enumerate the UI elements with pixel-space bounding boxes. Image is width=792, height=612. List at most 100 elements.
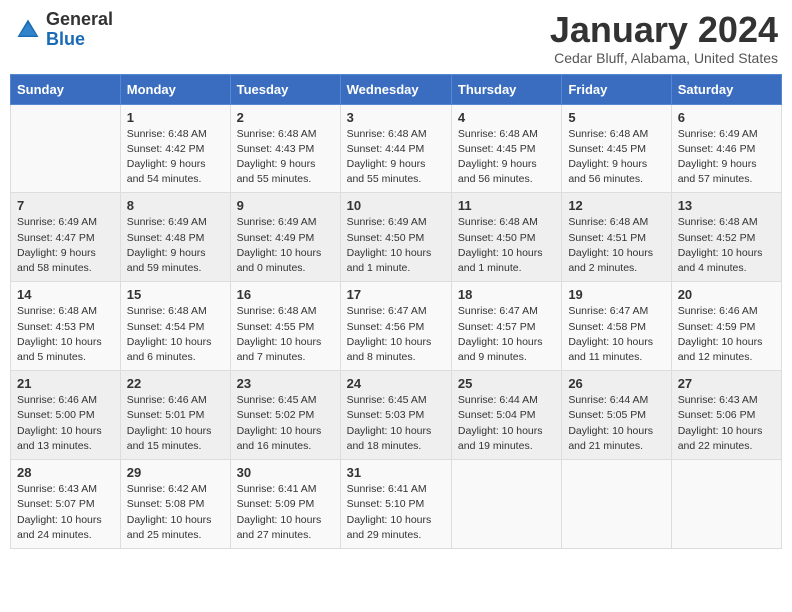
month-title: January 2024 [550,10,778,50]
day-number: 18 [458,287,555,302]
calendar-cell: 19Sunrise: 6:47 AM Sunset: 4:58 PM Dayli… [562,282,671,371]
day-number: 12 [568,198,664,213]
day-info: Sunrise: 6:46 AM Sunset: 5:00 PM Dayligh… [17,393,114,454]
calendar-cell: 21 Sunrise: 6:46 AM Sunset: 5:00 PM Dayli… [11,371,121,460]
calendar-cell: 17 Sunrise: 6:47 AM Sunset: 4:56 PM Dayli… [340,282,451,371]
title-section: January 2024 Cedar Bluff, Alabama, Unite… [550,10,778,66]
logo: General Blue [14,10,113,50]
day-info: Sunrise: 6:48 AM Sunset: 4:50 PM Dayligh… [458,215,555,276]
calendar-header-row: SundayMondayTuesdayWednesdayThursdayFrid… [11,74,782,104]
week-row-2: 7Sunrise: 6:49 AM Sunset: 4:47 PM Daylig… [11,193,782,282]
calendar-cell: 12 Sunrise: 6:48 AM Sunset: 4:51 PM Dayli… [562,193,671,282]
calendar-cell: 9 Sunrise: 6:49 AM Sunset: 4:49 PM Daylig… [230,193,340,282]
calendar-cell: 23Sunrise: 6:45 AM Sunset: 5:02 PM Dayli… [230,371,340,460]
day-info: Sunrise: 6:41 AM Sunset: 5:09 PM Dayligh… [237,482,334,543]
day-info: Sunrise: 6:46 AM Sunset: 5:01 PM Dayligh… [127,393,224,454]
day-info: Sunrise: 6:46 AM Sunset: 4:59 PM Dayligh… [678,304,775,365]
week-row-3: 14 Sunrise: 6:48 AM Sunset: 4:53 PM Dayli… [11,282,782,371]
day-number: 16 [237,287,334,302]
calendar-cell: 27 Sunrise: 6:43 AM Sunset: 5:06 PM Dayli… [671,371,781,460]
logo-icon [14,16,42,44]
day-info: Sunrise: 6:44 AM Sunset: 5:05 PM Dayligh… [568,393,664,454]
calendar-cell: 7Sunrise: 6:49 AM Sunset: 4:47 PM Daylig… [11,193,121,282]
logo-text: General Blue [46,10,113,50]
day-number: 4 [458,110,555,125]
header-thursday: Thursday [451,74,561,104]
calendar-cell: 6 Sunrise: 6:49 AM Sunset: 4:46 PM Daylig… [671,104,781,193]
location: Cedar Bluff, Alabama, United States [550,50,778,66]
calendar-cell: 2Sunrise: 6:48 AM Sunset: 4:43 PM Daylig… [230,104,340,193]
day-info: Sunrise: 6:48 AM Sunset: 4:42 PM Dayligh… [127,127,224,188]
week-row-4: 21 Sunrise: 6:46 AM Sunset: 5:00 PM Dayli… [11,371,782,460]
calendar-cell: 25 Sunrise: 6:44 AM Sunset: 5:04 PM Dayli… [451,371,561,460]
day-number: 14 [17,287,114,302]
day-number: 10 [347,198,445,213]
logo-general-text: General [46,10,113,30]
day-info: Sunrise: 6:47 AM Sunset: 4:56 PM Dayligh… [347,304,445,365]
calendar-cell [562,460,671,549]
day-info: Sunrise: 6:48 AM Sunset: 4:52 PM Dayligh… [678,215,775,276]
day-info: Sunrise: 6:48 AM Sunset: 4:51 PM Dayligh… [568,215,664,276]
logo-blue-text: Blue [46,30,113,50]
header-monday: Monday [120,74,230,104]
day-number: 5 [568,110,664,125]
day-info: Sunrise: 6:48 AM Sunset: 4:44 PM Dayligh… [347,127,445,188]
calendar-cell: 16 Sunrise: 6:48 AM Sunset: 4:55 PM Dayli… [230,282,340,371]
day-info: Sunrise: 6:48 AM Sunset: 4:55 PM Dayligh… [237,304,334,365]
day-number: 17 [347,287,445,302]
header-sunday: Sunday [11,74,121,104]
day-info: Sunrise: 6:47 AM Sunset: 4:57 PM Dayligh… [458,304,555,365]
day-number: 1 [127,110,224,125]
day-number: 24 [347,376,445,391]
header-tuesday: Tuesday [230,74,340,104]
day-info: Sunrise: 6:42 AM Sunset: 5:08 PM Dayligh… [127,482,224,543]
day-number: 20 [678,287,775,302]
page-header: General Blue January 2024 Cedar Bluff, A… [10,10,782,66]
calendar-cell: 18 Sunrise: 6:47 AM Sunset: 4:57 PM Dayli… [451,282,561,371]
calendar-cell: 8Sunrise: 6:49 AM Sunset: 4:48 PM Daylig… [120,193,230,282]
day-number: 3 [347,110,445,125]
day-number: 27 [678,376,775,391]
day-number: 9 [237,198,334,213]
calendar-cell: 3 Sunrise: 6:48 AM Sunset: 4:44 PM Daylig… [340,104,451,193]
calendar-cell: 15 Sunrise: 6:48 AM Sunset: 4:54 PM Dayli… [120,282,230,371]
calendar-cell: 28Sunrise: 6:43 AM Sunset: 5:07 PM Dayli… [11,460,121,549]
week-row-5: 28Sunrise: 6:43 AM Sunset: 5:07 PM Dayli… [11,460,782,549]
day-number: 11 [458,198,555,213]
calendar-cell: 22 Sunrise: 6:46 AM Sunset: 5:01 PM Dayli… [120,371,230,460]
day-info: Sunrise: 6:49 AM Sunset: 4:47 PM Dayligh… [17,215,114,276]
day-number: 22 [127,376,224,391]
day-info: Sunrise: 6:47 AM Sunset: 4:58 PM Dayligh… [568,304,664,365]
calendar-cell: 5Sunrise: 6:48 AM Sunset: 4:45 PM Daylig… [562,104,671,193]
day-number: 6 [678,110,775,125]
day-number: 15 [127,287,224,302]
day-info: Sunrise: 6:43 AM Sunset: 5:07 PM Dayligh… [17,482,114,543]
day-info: Sunrise: 6:49 AM Sunset: 4:50 PM Dayligh… [347,215,445,276]
calendar-cell [671,460,781,549]
day-number: 29 [127,465,224,480]
calendar-cell: 14 Sunrise: 6:48 AM Sunset: 4:53 PM Dayli… [11,282,121,371]
calendar-cell [11,104,121,193]
calendar-cell [451,460,561,549]
day-number: 25 [458,376,555,391]
day-info: Sunrise: 6:44 AM Sunset: 5:04 PM Dayligh… [458,393,555,454]
day-number: 13 [678,198,775,213]
calendar-cell: 10 Sunrise: 6:49 AM Sunset: 4:50 PM Dayli… [340,193,451,282]
day-info: Sunrise: 6:49 AM Sunset: 4:46 PM Dayligh… [678,127,775,188]
calendar-cell: 11 Sunrise: 6:48 AM Sunset: 4:50 PM Dayli… [451,193,561,282]
day-number: 31 [347,465,445,480]
day-number: 2 [237,110,334,125]
day-info: Sunrise: 6:48 AM Sunset: 4:53 PM Dayligh… [17,304,114,365]
calendar-cell: 31Sunrise: 6:41 AM Sunset: 5:10 PM Dayli… [340,460,451,549]
day-info: Sunrise: 6:48 AM Sunset: 4:54 PM Dayligh… [127,304,224,365]
day-number: 26 [568,376,664,391]
header-wednesday: Wednesday [340,74,451,104]
header-saturday: Saturday [671,74,781,104]
day-number: 30 [237,465,334,480]
header-friday: Friday [562,74,671,104]
calendar-cell: 13 Sunrise: 6:48 AM Sunset: 4:52 PM Dayli… [671,193,781,282]
day-info: Sunrise: 6:43 AM Sunset: 5:06 PM Dayligh… [678,393,775,454]
week-row-1: 1 Sunrise: 6:48 AM Sunset: 4:42 PM Daylig… [11,104,782,193]
day-number: 21 [17,376,114,391]
day-info: Sunrise: 6:49 AM Sunset: 4:49 PM Dayligh… [237,215,334,276]
